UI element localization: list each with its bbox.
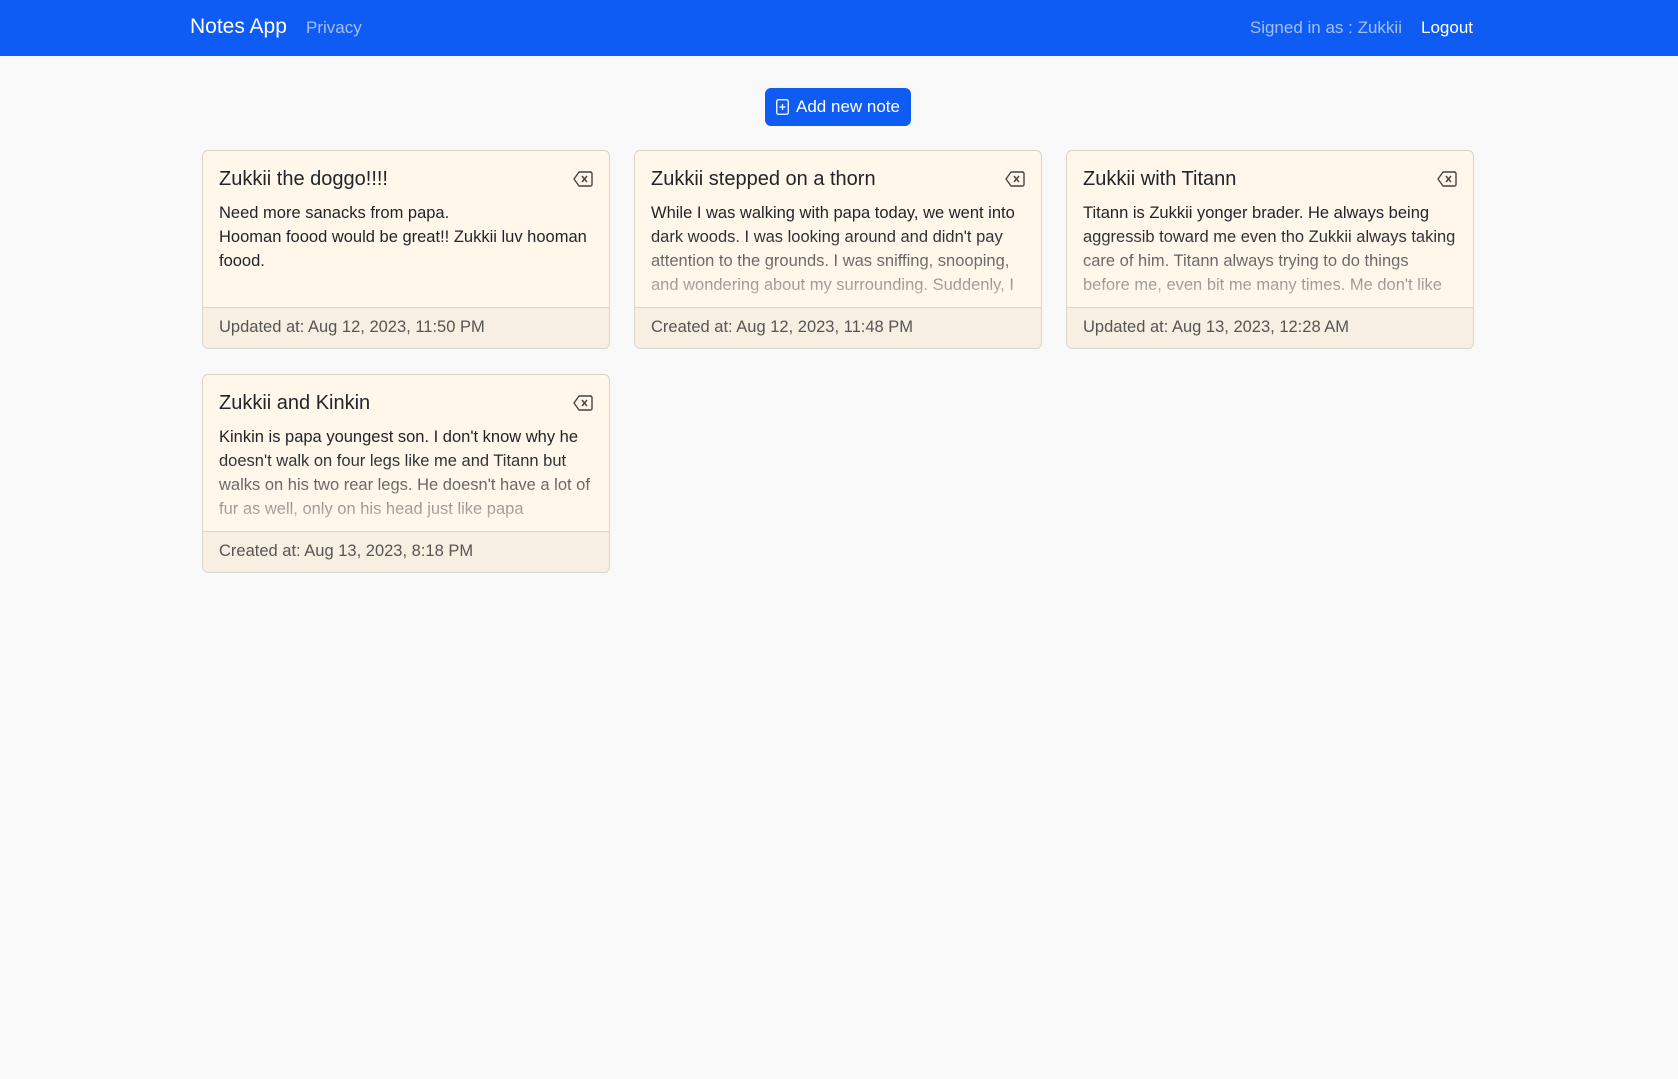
- note-title: Zukkii stepped on a thorn: [651, 168, 876, 190]
- note-body-line: Hooman foood would be great!! Zukkii luv…: [219, 228, 587, 270]
- add-new-note-button[interactable]: Add new note: [765, 88, 911, 126]
- brand-link[interactable]: Notes App: [190, 15, 287, 39]
- note-card[interactable]: Zukkii and Kinkin Kinkin is papa younges…: [202, 374, 610, 573]
- add-new-note-label: Add new note: [796, 97, 900, 116]
- navbar: Notes App Privacy Signed in as : Zukkii …: [0, 0, 1678, 56]
- note-body: While I was walking with papa today, we …: [651, 204, 1015, 301]
- backspace-icon[interactable]: [1437, 170, 1457, 188]
- note-title: Zukkii with Titann: [1083, 168, 1237, 190]
- file-plus-icon: [776, 99, 789, 115]
- note-timestamp: Created at: Aug 13, 2023, 8:18 PM: [203, 531, 609, 572]
- note-timestamp: Updated at: Aug 13, 2023, 12:28 AM: [1067, 307, 1473, 348]
- note-body: Kinkin is papa youngest son. I don't kno…: [219, 428, 590, 518]
- note-title: Zukkii and Kinkin: [219, 392, 371, 414]
- note-timestamp: Created at: Aug 12, 2023, 11:48 PM: [635, 307, 1041, 348]
- signed-in-text: Signed in as : Zukkii: [1249, 18, 1402, 37]
- nav-privacy-link[interactable]: Privacy: [306, 18, 362, 38]
- backspace-icon[interactable]: [1005, 170, 1025, 188]
- note-timestamp: Updated at: Aug 12, 2023, 11:50 PM: [203, 307, 609, 348]
- note-title: Zukkii the doggo!!!!: [219, 168, 388, 190]
- note-card[interactable]: Zukkii the doggo!!!! Need more sanacks f…: [202, 150, 610, 349]
- note-card[interactable]: Zukkii stepped on a thorn While I was wa…: [634, 150, 1042, 349]
- note-body: Need more sanacks from papa. Hooman fooo…: [219, 201, 595, 301]
- note-body: Titann is Zukkii yonger brader. He alway…: [1083, 204, 1456, 301]
- backspace-icon[interactable]: [573, 170, 593, 188]
- note-card[interactable]: Zukkii with Titann Titann is Zukkii yong…: [1066, 150, 1474, 349]
- backspace-icon[interactable]: [573, 394, 593, 412]
- note-body-line: Need more sanacks from papa.: [219, 204, 450, 222]
- logout-link[interactable]: Logout: [1421, 18, 1473, 38]
